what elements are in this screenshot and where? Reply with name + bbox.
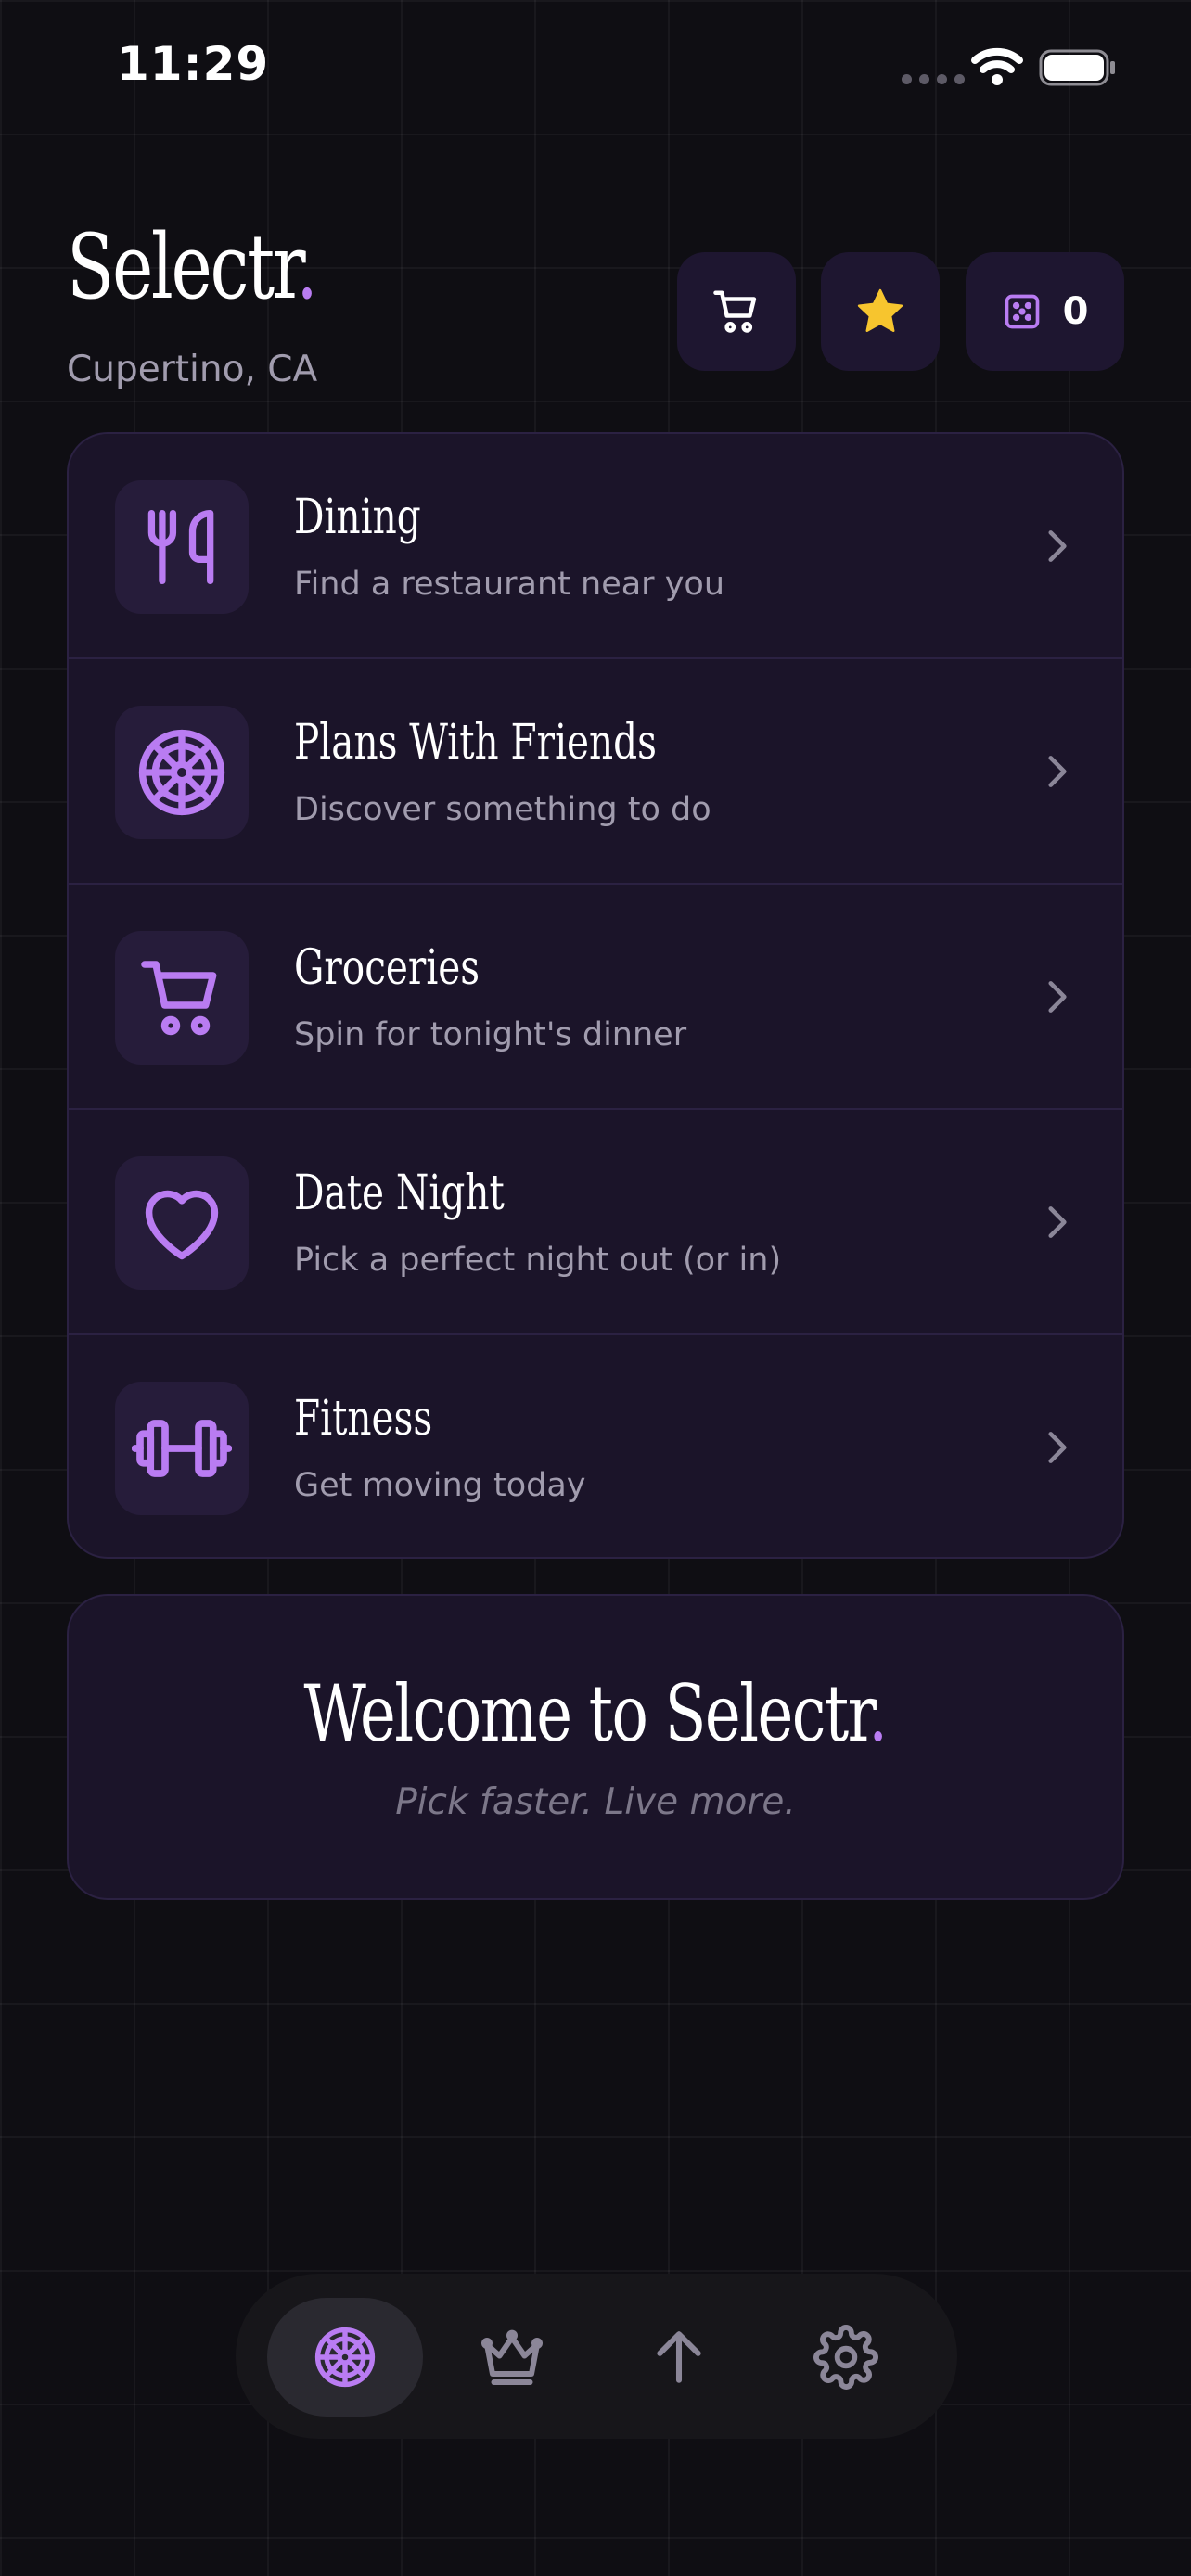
tab-home[interactable]: [267, 2298, 423, 2417]
battery-icon: [1039, 49, 1115, 86]
chevron-right-icon: [1048, 981, 1067, 1013]
category-subtitle: Find a restaurant near you: [294, 566, 725, 603]
plans-icon-tile: [115, 706, 249, 839]
category-plans-with-friends[interactable]: Plans With Friends Discover something to…: [69, 659, 1122, 885]
cart-icon: [141, 961, 217, 1036]
tab-bar: [236, 2274, 957, 2439]
category-title: Fitness: [294, 1391, 433, 1447]
category-dining[interactable]: Dining Find a restaurant near you: [69, 434, 1122, 659]
category-fitness[interactable]: Fitness Get moving today: [69, 1335, 1122, 1557]
status-time: 11:29: [117, 37, 270, 91]
wheel-icon: [314, 2327, 376, 2388]
tab-crown[interactable]: [434, 2298, 590, 2417]
welcome-tagline: Pick faster. Live more.: [395, 1781, 796, 1823]
wheel-icon: [138, 729, 225, 816]
heart-icon: [145, 1190, 219, 1260]
dice-count: 0: [1062, 290, 1089, 333]
status-bar: 11:29: [0, 0, 1191, 139]
cart-button[interactable]: [677, 252, 796, 371]
welcome-title: Welcome to Selectr.: [304, 1668, 888, 1759]
category-title: Date Night: [294, 1166, 505, 1221]
category-title: Dining: [294, 490, 421, 545]
chevron-right-icon: [1048, 530, 1067, 562]
chevron-right-icon: [1048, 756, 1067, 787]
category-list: Dining Find a restaurant near you Plans …: [67, 432, 1124, 1559]
welcome-card: Welcome to Selectr. Pick faster. Live mo…: [67, 1594, 1124, 1900]
dice-icon: [1005, 294, 1039, 329]
category-subtitle: Get moving today: [294, 1467, 586, 1504]
fitness-icon-tile: [115, 1382, 249, 1515]
arrow-up-icon: [657, 2331, 701, 2383]
category-subtitle: Pick a perfect night out (or in): [294, 1242, 782, 1279]
location-label: Cupertino, CA: [67, 349, 318, 390]
app-title: Selectr.: [67, 215, 318, 319]
category-title: Plans With Friends: [294, 715, 657, 771]
fork-knife-icon: [147, 509, 214, 585]
chevron-right-icon: [1048, 1432, 1067, 1463]
category-date-night[interactable]: Date Night Pick a perfect night out (or …: [69, 1110, 1122, 1335]
date-night-icon-tile: [115, 1156, 249, 1290]
dice-counter-button[interactable]: 0: [966, 252, 1124, 371]
category-groceries[interactable]: Groceries Spin for tonight's dinner: [69, 885, 1122, 1110]
favorites-button[interactable]: [821, 252, 940, 371]
star-icon: [857, 288, 903, 332]
category-title: Groceries: [294, 940, 480, 996]
category-subtitle: Spin for tonight's dinner: [294, 1016, 687, 1053]
category-subtitle: Discover something to do: [294, 791, 711, 828]
cart-icon: [713, 290, 757, 333]
tab-upload[interactable]: [601, 2298, 757, 2417]
crown-icon: [481, 2329, 543, 2385]
cellular-signal-icon: [902, 74, 965, 84]
dining-icon-tile: [115, 480, 249, 614]
wifi-icon: [971, 47, 1023, 85]
gear-icon: [813, 2325, 878, 2390]
dumbbell-icon: [132, 1420, 232, 1477]
chevron-right-icon: [1048, 1206, 1067, 1238]
tab-settings[interactable]: [768, 2298, 924, 2417]
groceries-icon-tile: [115, 931, 249, 1065]
